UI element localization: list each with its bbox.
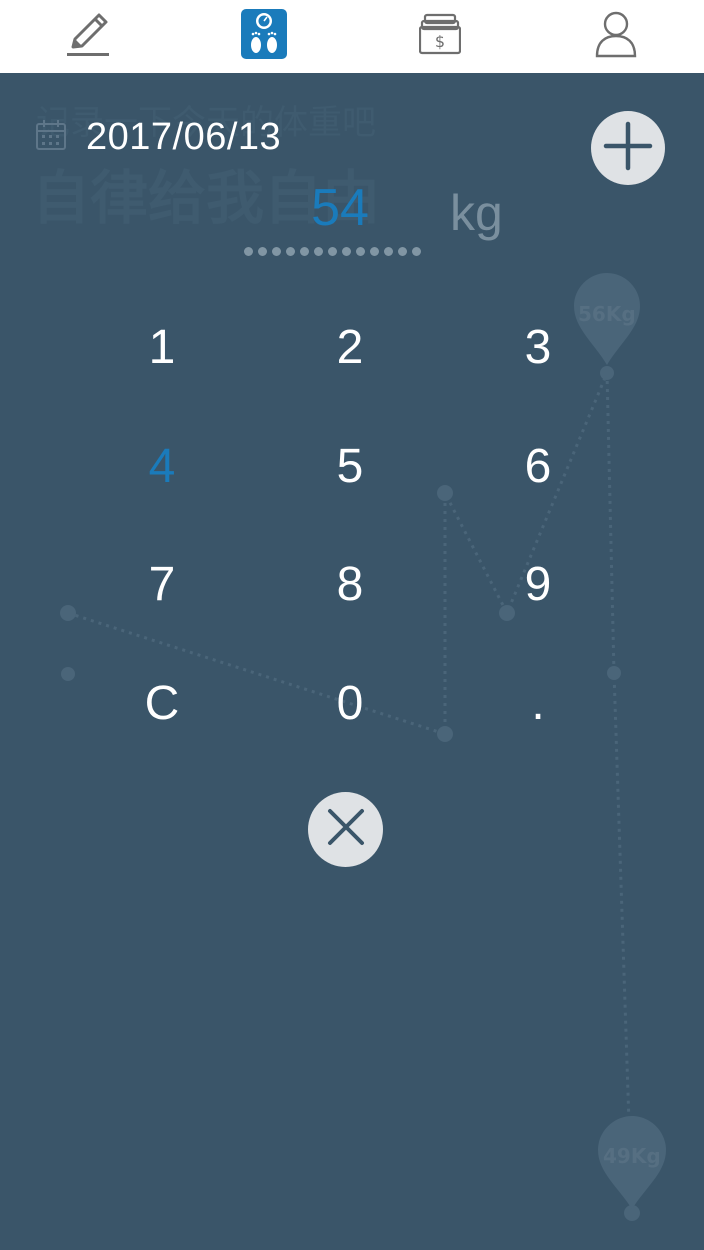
money-stack-icon: $ — [418, 13, 462, 60]
user-icon — [595, 10, 637, 63]
tab-profile[interactable] — [528, 0, 704, 73]
key-clear[interactable]: C — [82, 658, 242, 748]
key-6[interactable]: 6 — [458, 421, 618, 511]
key-8[interactable]: 8 — [270, 539, 430, 629]
date-row[interactable]: 2017/06/13 — [36, 112, 281, 162]
key-decimal[interactable]: . — [458, 658, 618, 748]
calendar-icon — [36, 119, 66, 156]
pencil-icon — [63, 9, 113, 64]
weight-unit: kg — [450, 185, 503, 241]
key-0[interactable]: 0 — [270, 658, 430, 748]
input-dots — [244, 247, 421, 256]
scale-icon — [241, 9, 287, 64]
key-1[interactable]: 1 — [82, 302, 242, 392]
svg-text:$: $ — [435, 32, 445, 51]
close-icon — [326, 807, 366, 852]
tab-bar: $ — [0, 0, 704, 73]
tab-finance[interactable]: $ — [352, 0, 528, 73]
weight-pin-label-bottom: 49Kg — [603, 1144, 661, 1168]
tab-record[interactable] — [0, 0, 176, 73]
add-button[interactable] — [591, 111, 665, 185]
close-button[interactable] — [308, 792, 383, 867]
key-9[interactable]: 9 — [458, 539, 618, 629]
tab-weight[interactable] — [176, 0, 352, 73]
key-2[interactable]: 2 — [270, 302, 430, 392]
plus-icon — [602, 120, 654, 177]
key-7[interactable]: 7 — [82, 539, 242, 629]
key-3[interactable]: 3 — [458, 302, 618, 392]
date-text: 2017/06/13 — [86, 115, 282, 158]
weight-value: 54 — [311, 179, 369, 237]
key-5[interactable]: 5 — [270, 421, 430, 511]
key-4[interactable]: 4 — [82, 421, 242, 511]
